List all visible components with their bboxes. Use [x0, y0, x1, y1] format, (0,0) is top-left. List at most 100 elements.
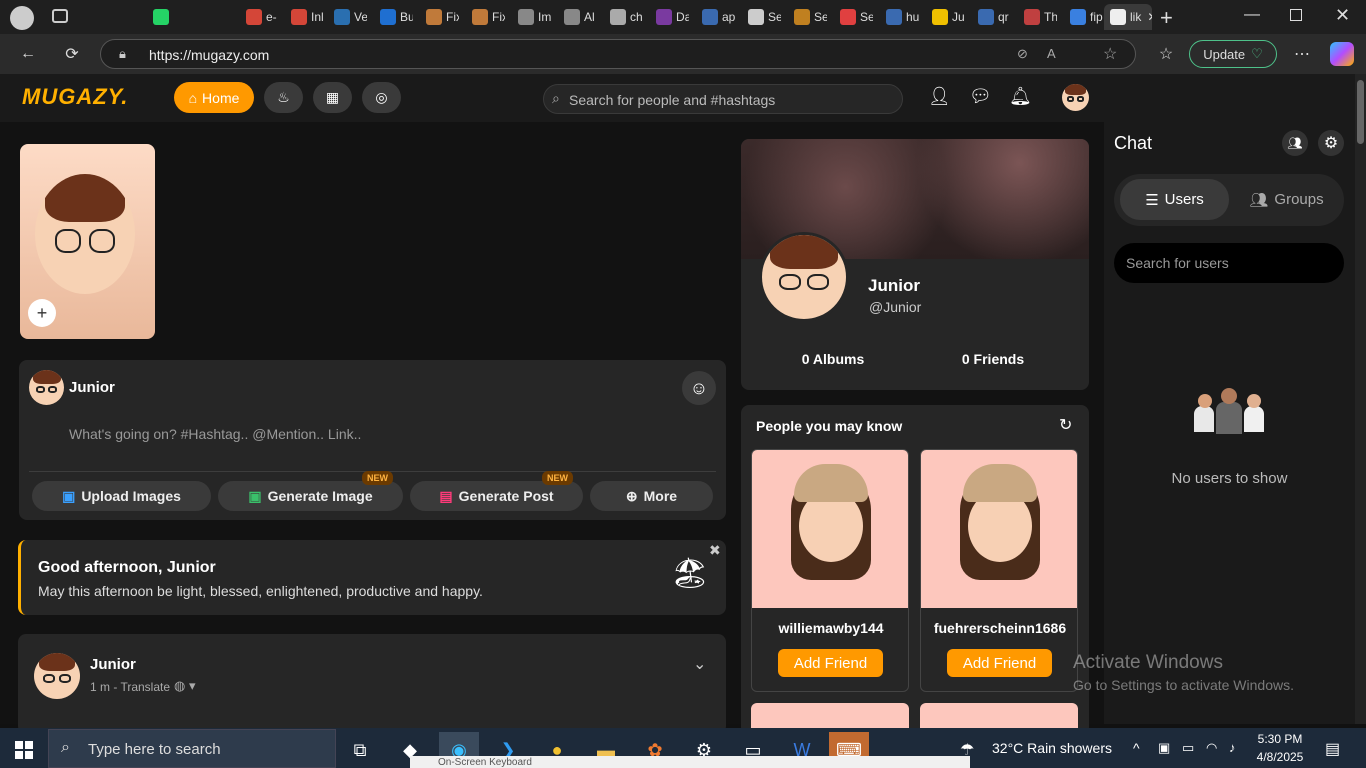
- browser-tab[interactable]: ch: [604, 4, 643, 30]
- favorite-star-icon[interactable]: ☆: [1103, 44, 1117, 64]
- notifications-icon[interactable]: ▤: [1325, 739, 1340, 759]
- browser-tab[interactable]: Im: [512, 4, 551, 30]
- more-menu-icon[interactable]: ⋯: [1288, 40, 1316, 68]
- browser-tab-bar: e- Inl Ve Bu Fix Fix Im Al ch Da ap Se Se Se hu Ju qr Th f…: [0, 0, 1366, 34]
- weather-icon[interactable]: ☂: [960, 740, 974, 760]
- task-view-icon[interactable]: ⧉: [340, 732, 380, 768]
- hidden-icons-chevron-icon[interactable]: ^: [1133, 740, 1140, 756]
- emoji-icon[interactable]: ☺: [682, 371, 716, 405]
- messages-icon[interactable]: 💬︎: [969, 86, 992, 107]
- post-avatar[interactable]: [34, 653, 80, 699]
- favorites-icon[interactable]: ☆: [1152, 40, 1180, 68]
- browser-tab[interactable]: Th: [1018, 4, 1057, 30]
- taskbar-search-input[interactable]: ⌕ Type here to search: [48, 729, 336, 768]
- explore-button[interactable]: ◎: [362, 82, 401, 113]
- browser-tab[interactable]: Se: [742, 4, 781, 30]
- settings-gear-icon[interactable]: ⚙: [1318, 130, 1344, 156]
- read-aloud-icon[interactable]: A: [1047, 46, 1056, 61]
- generate-image-button[interactable]: ▣ Generate Image NEW: [218, 471, 403, 511]
- tab-favicon-icon: [518, 9, 534, 25]
- browser-tab[interactable]: Bu: [374, 4, 413, 30]
- windows-start-icon[interactable]: [4, 732, 44, 768]
- browser-tab[interactable]: Inl: [285, 4, 324, 30]
- profile-name[interactable]: Junior: [868, 276, 920, 296]
- tab-label: ap: [722, 10, 735, 24]
- browser-tab[interactable]: Se: [834, 4, 873, 30]
- tab-favicon-icon: [1024, 9, 1040, 25]
- chat-search-placeholder: Search for users: [1126, 255, 1229, 271]
- post-meta[interactable]: 1 m - Translate: [90, 680, 170, 694]
- story-card[interactable]: +: [20, 144, 155, 339]
- profile-avatar[interactable]: [759, 232, 849, 322]
- store-button[interactable]: ▦: [313, 82, 352, 113]
- browser-tab[interactable]: Fix: [420, 4, 459, 30]
- tab-label: Se: [814, 10, 827, 24]
- maximize-icon[interactable]: [1290, 9, 1302, 21]
- volume-icon[interactable]: ♪: [1229, 740, 1236, 755]
- browser-tab[interactable]: lik ✕: [1104, 4, 1152, 30]
- clock-date[interactable]: 4/8/2025: [1250, 750, 1310, 764]
- add-friend-icon[interactable]: 👤︎: [928, 86, 951, 107]
- add-friend-button[interactable]: Add Friend: [947, 649, 1052, 677]
- copilot-icon[interactable]: [1330, 42, 1354, 66]
- page-scrollbar[interactable]: [1355, 74, 1366, 724]
- browser-tab[interactable]: Da: [650, 4, 689, 30]
- minimize-icon[interactable]: —: [1244, 6, 1260, 24]
- profile-icon[interactable]: [10, 6, 34, 30]
- browser-tab[interactable]: e-: [240, 4, 279, 30]
- update-button[interactable]: Update ♡: [1189, 40, 1277, 68]
- suggestion-photo[interactable]: [752, 450, 908, 608]
- browser-tab[interactable]: Fix: [466, 4, 505, 30]
- home-button[interactable]: ⌂ Home: [174, 82, 254, 113]
- scrollbar-thumb[interactable]: [1357, 80, 1364, 144]
- tab-actions-icon[interactable]: [52, 9, 68, 23]
- refresh-icon[interactable]: ↻: [1059, 415, 1072, 435]
- albums-count[interactable]: 0 Albums: [741, 351, 925, 367]
- browser-tab[interactable]: [147, 4, 186, 30]
- search-input[interactable]: ⌕ Search for people and #hashtags: [543, 84, 903, 114]
- friends-count[interactable]: 0 Friends: [905, 351, 1081, 367]
- refresh-icon[interactable]: ⟳: [58, 40, 86, 68]
- notifications-bell-icon[interactable]: 🔔︎: [1009, 86, 1032, 107]
- trending-button[interactable]: ♨: [264, 82, 303, 113]
- chat-search-input[interactable]: Search for users: [1114, 243, 1344, 283]
- suggestion-name[interactable]: williemawby144: [752, 620, 908, 636]
- globe-icon[interactable]: ◍ ▾: [174, 678, 195, 694]
- browser-tab[interactable]: hu: [880, 4, 919, 30]
- add-friend-button[interactable]: Add Friend: [778, 649, 883, 677]
- browser-tab[interactable]: ap: [696, 4, 735, 30]
- new-tab-icon[interactable]: +: [1160, 5, 1173, 31]
- group-add-icon[interactable]: 👥︎: [1282, 130, 1308, 156]
- suggestion-photo[interactable]: [921, 450, 1077, 608]
- tab-groups[interactable]: 👥︎ Groups: [1234, 179, 1339, 220]
- browser-tab[interactable]: Se: [788, 4, 827, 30]
- address-bar[interactable]: 🔒︎ https://mugazy.com ⊘ A ☆: [100, 39, 1136, 69]
- browser-tab[interactable]: qr: [972, 4, 1011, 30]
- tab-users[interactable]: ☰ Users: [1120, 179, 1229, 220]
- browser-tab[interactable]: Ju: [926, 4, 965, 30]
- add-story-icon[interactable]: +: [28, 299, 56, 327]
- browser-tab[interactable]: Ve: [328, 4, 367, 30]
- upload-images-button[interactable]: ▣ Upload Images: [32, 481, 211, 511]
- tray-icon[interactable]: ▣: [1158, 740, 1170, 756]
- close-window-icon[interactable]: ✕: [1335, 5, 1350, 26]
- wifi-icon[interactable]: ◠: [1206, 740, 1217, 756]
- tracking-icon[interactable]: ⊘: [1017, 46, 1028, 62]
- post-username[interactable]: Junior: [90, 656, 136, 673]
- battery-icon[interactable]: ▭: [1182, 740, 1194, 756]
- close-tab-icon[interactable]: ✕: [1147, 10, 1152, 24]
- browser-tab[interactable]: Al: [558, 4, 597, 30]
- close-icon[interactable]: ✖: [709, 542, 721, 559]
- weather-text[interactable]: 32°C Rain showers: [992, 740, 1112, 756]
- composer-input[interactable]: What's going on? #Hashtag.. @Mention.. L…: [69, 426, 361, 442]
- more-button[interactable]: ⊕ More: [590, 481, 713, 511]
- header-avatar[interactable]: [1062, 84, 1089, 111]
- logo[interactable]: MUGAZY.: [22, 84, 128, 110]
- suggestion-name[interactable]: fuehrerscheinn1686: [921, 620, 1077, 636]
- back-icon[interactable]: ←: [14, 40, 42, 68]
- on-screen-keyboard-window[interactable]: On-Screen Keyboard: [410, 756, 970, 768]
- clock-time[interactable]: 5:30 PM: [1250, 732, 1310, 746]
- chevron-down-icon[interactable]: ⌄: [693, 654, 706, 674]
- browser-tab[interactable]: fip: [1064, 4, 1103, 30]
- generate-post-button[interactable]: ▤ Generate Post NEW: [410, 471, 583, 511]
